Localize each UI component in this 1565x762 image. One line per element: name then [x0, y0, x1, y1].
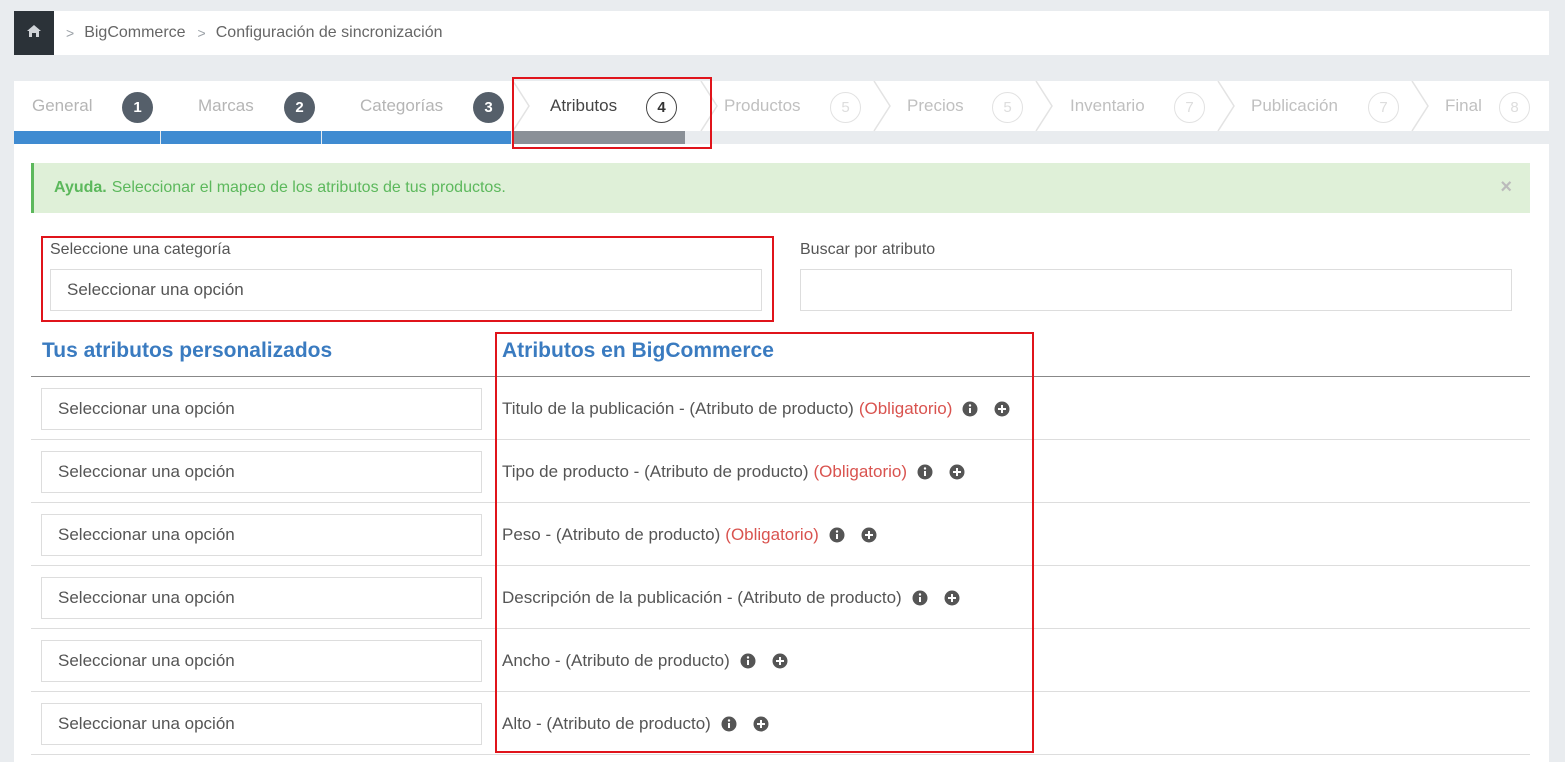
bigcommerce-attribute: Descripción de la publicación - (Atribut… — [502, 566, 960, 629]
attribute-row: Seleccionar una opción Ancho - (Atributo… — [31, 629, 1530, 692]
step-publicacion[interactable]: Publicación — [1251, 81, 1338, 131]
bigcommerce-attribute: Peso - (Atributo de producto) (Obligatori… — [502, 503, 877, 566]
attribute-row: Seleccionar una opción Tipo de producto … — [31, 440, 1530, 503]
info-icon[interactable] — [721, 716, 737, 732]
help-text: Seleccionar el mapeo de los atributos de… — [111, 179, 506, 196]
home-button[interactable] — [14, 11, 54, 55]
step-atributos[interactable]: Atributos — [550, 81, 617, 131]
step-number: 7 — [1368, 92, 1399, 123]
progress-bar-segment — [14, 131, 160, 144]
step-categorias[interactable]: Categorías — [360, 81, 443, 131]
step-separator — [1411, 81, 1429, 131]
attribute-row: Seleccionar una opción Peso - (Atributo … — [31, 503, 1530, 566]
custom-attribute-select[interactable]: Seleccionar una opción — [41, 388, 482, 430]
help-alert: Ayuda. Seleccionar el mapeo de los atrib… — [31, 163, 1530, 213]
bigcommerce-attribute: Ancho - (Atributo de producto) — [502, 629, 788, 692]
search-attribute-input[interactable] — [800, 269, 1512, 311]
close-icon[interactable]: × — [1500, 176, 1512, 199]
step-number: 7 — [1174, 92, 1205, 123]
chevron-right-icon: > — [66, 25, 75, 41]
search-attribute-label: Buscar por atributo — [800, 241, 936, 258]
required-badge: (Obligatorio) — [858, 398, 953, 418]
info-icon[interactable] — [962, 401, 978, 417]
step-label: General — [32, 96, 93, 115]
custom-attributes-title: Tus atributos personalizados — [42, 339, 333, 362]
add-icon[interactable] — [861, 527, 877, 543]
step-inventario[interactable]: Inventario — [1070, 81, 1145, 131]
step-number: 3 — [473, 92, 504, 123]
attribute-row: Seleccionar una opción Alto - (Atributo … — [31, 692, 1530, 755]
add-icon[interactable] — [944, 590, 960, 606]
required-badge: (Obligatorio) — [725, 524, 819, 544]
custom-attribute-select[interactable]: Seleccionar una opción — [41, 514, 482, 556]
step-separator — [700, 81, 718, 131]
chevron-right-icon: > — [197, 25, 206, 41]
step-productos[interactable]: Productos — [724, 81, 801, 131]
step-label: Inventario — [1070, 96, 1145, 115]
breadcrumb-bigcommerce[interactable]: BigCommerce — [84, 24, 185, 42]
add-icon[interactable] — [994, 401, 1010, 417]
step-label: Final — [1445, 96, 1482, 115]
step-number: 5 — [830, 92, 861, 123]
category-select[interactable]: Seleccionar una opción — [50, 269, 762, 311]
step-number: 2 — [284, 92, 315, 123]
step-separator — [1035, 81, 1053, 131]
step-final[interactable]: Final — [1445, 81, 1482, 131]
step-precios[interactable]: Precios — [907, 81, 964, 131]
step-separator — [512, 81, 530, 131]
step-label: Marcas — [198, 96, 254, 115]
step-marcas[interactable]: Marcas — [198, 81, 254, 131]
add-icon[interactable] — [772, 653, 788, 669]
wizard-steps: General 1 Marcas 2 Categorías 3 Atributo… — [14, 81, 1549, 144]
step-label: Atributos — [550, 96, 618, 115]
custom-attribute-select[interactable]: Seleccionar una opción — [41, 640, 482, 682]
home-icon — [26, 24, 42, 43]
step-label: Productos — [724, 96, 801, 115]
required-badge: (Obligatorio) — [813, 461, 908, 481]
bigcommerce-attribute: Tipo de producto - (Atributo de producto… — [502, 440, 965, 503]
info-icon[interactable] — [917, 464, 933, 480]
progress-bar-segment — [322, 131, 511, 144]
custom-attribute-select[interactable]: Seleccionar una opción — [41, 451, 482, 493]
attribute-row: Seleccionar una opción Descripción de la… — [31, 566, 1530, 629]
breadcrumb: > BigCommerce > Configuración de sincron… — [14, 11, 1549, 55]
add-icon[interactable] — [949, 464, 965, 480]
bigcommerce-attributes-title: Atributos en BigCommerce — [502, 339, 774, 362]
custom-attribute-select[interactable]: Seleccionar una opción — [41, 577, 482, 619]
info-icon[interactable] — [829, 527, 845, 543]
step-number: 4 — [646, 92, 677, 123]
step-separator — [873, 81, 891, 131]
attribute-row: Seleccionar una opción Titulo de la publ… — [31, 377, 1530, 440]
step-general[interactable]: General — [32, 81, 92, 131]
step-number: 5 — [992, 92, 1023, 123]
add-icon[interactable] — [753, 716, 769, 732]
bigcommerce-attribute: Alto - (Atributo de producto) — [502, 692, 769, 755]
custom-attribute-select[interactable]: Seleccionar una opción — [41, 703, 482, 745]
step-label: Precios — [907, 96, 964, 115]
step-label: Categorías — [360, 96, 444, 115]
category-label: Seleccione una categoría — [50, 241, 231, 258]
progress-bar-segment — [513, 131, 685, 144]
help-title: Ayuda. — [54, 179, 107, 196]
bigcommerce-attribute: Titulo de la publicación - (Atributo de … — [502, 377, 1010, 440]
info-icon[interactable] — [740, 653, 756, 669]
breadcrumb-sync-config: Configuración de sincronización — [215, 24, 443, 41]
step-label: Publicación — [1251, 96, 1338, 115]
step-separator — [1217, 81, 1235, 131]
info-icon[interactable] — [912, 590, 928, 606]
progress-bar-segment — [161, 131, 321, 144]
step-number: 8 — [1499, 92, 1530, 123]
step-number: 1 — [122, 92, 153, 123]
attributes-panel: Ayuda. Seleccionar el mapeo de los atrib… — [14, 144, 1549, 762]
